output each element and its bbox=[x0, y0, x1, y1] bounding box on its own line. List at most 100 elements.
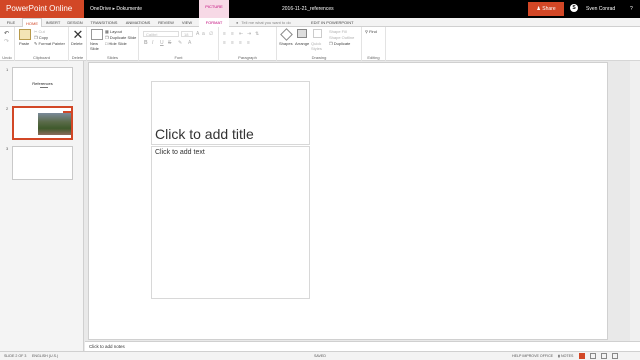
clear-format-icon[interactable]: ∅ bbox=[209, 31, 213, 37]
search-icon: ⚲ bbox=[365, 29, 368, 34]
hide-slide-button[interactable]: □ Hide Slide bbox=[105, 41, 127, 46]
slide-sorter-view-icon[interactable] bbox=[590, 353, 596, 359]
tab-review[interactable]: REVIEW bbox=[157, 18, 175, 27]
decrease-indent-icon[interactable]: ⇤ bbox=[239, 31, 243, 37]
language-indicator[interactable]: ENGLISH (U.S.) bbox=[32, 352, 58, 360]
highlight-icon[interactable]: ✎ bbox=[178, 40, 182, 46]
normal-view-icon[interactable] bbox=[579, 353, 585, 359]
duplicate-shape-icon: ❐ bbox=[329, 41, 333, 46]
shapes-button[interactable]: Shapes bbox=[279, 41, 293, 46]
cut-button[interactable]: ✂ Cut bbox=[34, 29, 45, 34]
tab-view[interactable]: VIEW bbox=[179, 18, 195, 27]
duplicate-slide-icon: ❐ bbox=[105, 35, 109, 40]
increase-indent-icon[interactable]: ⇥ bbox=[247, 31, 251, 37]
align-left-icon[interactable]: ≡ bbox=[223, 40, 226, 46]
find-button[interactable]: ⚲ Find bbox=[365, 29, 377, 34]
new-slide-icon[interactable] bbox=[91, 29, 103, 40]
vertical-scrollbar[interactable] bbox=[630, 61, 640, 341]
title-placeholder[interactable]: Click to add title bbox=[151, 81, 310, 145]
app-name[interactable]: PowerPoint Online bbox=[0, 0, 84, 18]
document-title[interactable]: 2016-11-21_references bbox=[282, 0, 334, 18]
strikethrough-icon[interactable]: S bbox=[168, 40, 171, 46]
layout-button[interactable]: ▦ Layout bbox=[105, 29, 122, 34]
user-name[interactable]: Sven Conrad bbox=[586, 0, 615, 18]
tab-transitions[interactable]: TRANSITIONS bbox=[89, 18, 119, 27]
quick-styles-icon[interactable] bbox=[313, 29, 322, 38]
arrange-button[interactable]: Arrange bbox=[295, 41, 309, 46]
body-placeholder-text: Click to add text bbox=[155, 149, 205, 156]
new-slide-button[interactable]: New Slide bbox=[90, 41, 102, 51]
copy-icon: ❐ bbox=[34, 35, 38, 40]
redo-icon[interactable]: ↷ bbox=[4, 38, 9, 45]
help-improve-office-link[interactable]: HELP IMPROVE OFFICE bbox=[512, 352, 553, 360]
tab-file[interactable]: FILE bbox=[4, 18, 18, 27]
shape-outline-button[interactable]: Shape Outline bbox=[329, 35, 354, 40]
duplicate-slide-label: Duplicate Slide bbox=[109, 35, 137, 40]
delete-group: ✕ Delete Delete bbox=[69, 27, 87, 61]
tab-animations[interactable]: ANIMATIONS bbox=[124, 18, 152, 27]
shapes-icon[interactable] bbox=[280, 28, 293, 41]
text-direction-icon[interactable]: ⇅ bbox=[255, 31, 259, 37]
font-family-select[interactable]: Calibri bbox=[143, 31, 179, 37]
paste-icon[interactable] bbox=[19, 29, 31, 40]
slide-thumbnails-pane: 1 References 2 3 bbox=[0, 61, 84, 351]
duplicate-shape-button[interactable]: ❐ Duplicate bbox=[329, 41, 350, 46]
font-color-icon[interactable]: A bbox=[188, 40, 191, 46]
slide-number: 3 bbox=[6, 146, 9, 151]
align-right-icon[interactable]: ≡ bbox=[239, 40, 242, 46]
numbering-icon[interactable]: ≡ bbox=[231, 31, 234, 37]
breadcrumb[interactable]: OneDrive ▸ Dokumente bbox=[90, 0, 142, 18]
tab-design[interactable]: DESIGN bbox=[66, 18, 84, 27]
clipboard-group-label: Clipboard bbox=[32, 55, 51, 60]
slide-thumbnail-1[interactable]: References bbox=[12, 67, 73, 101]
underline-icon[interactable]: U bbox=[160, 40, 164, 46]
slide-number: 2 bbox=[6, 106, 9, 111]
notes-toggle[interactable]: ▮ NOTES bbox=[558, 352, 573, 360]
paragraph-group-label: Paragraph bbox=[238, 55, 257, 60]
current-slide[interactable]: Click to add title Click to add text bbox=[88, 62, 608, 340]
layout-label: Layout bbox=[109, 29, 122, 34]
edit-in-powerpoint-button[interactable]: EDIT IN POWERPOINT bbox=[311, 18, 354, 27]
notes-pane[interactable]: Click to add notes bbox=[85, 341, 640, 351]
arrange-icon[interactable] bbox=[297, 29, 307, 38]
quick-styles-button[interactable]: Quick Styles bbox=[311, 41, 325, 51]
copy-button[interactable]: ❐ Copy bbox=[34, 35, 48, 40]
format-painter-button[interactable]: ✎ Format Painter bbox=[34, 41, 65, 46]
bold-icon[interactable]: B bbox=[144, 40, 148, 46]
slide-thumbnail-2[interactable] bbox=[12, 106, 73, 140]
tab-format[interactable]: FORMAT bbox=[199, 18, 229, 27]
slide-thumbnail-3[interactable] bbox=[12, 146, 73, 180]
cut-label: Cut bbox=[38, 29, 45, 34]
bullets-icon[interactable]: ≡ bbox=[223, 31, 226, 37]
slide-thumbnail-title: References bbox=[32, 81, 53, 86]
undo-group: ↶ ↷ Undo bbox=[0, 27, 15, 61]
slide-show-icon[interactable] bbox=[612, 353, 618, 359]
thumbnail-picture bbox=[38, 113, 71, 135]
thumbnail-picture-marker bbox=[63, 111, 71, 113]
italic-icon[interactable]: I bbox=[152, 40, 153, 46]
delete-x-icon[interactable]: ✕ bbox=[72, 28, 84, 41]
body-placeholder[interactable]: Click to add text bbox=[151, 146, 310, 299]
undo-icon[interactable]: ↶ bbox=[4, 30, 9, 37]
powerpoint-online-window: PowerPoint Online OneDrive ▸ Dokumente 2… bbox=[0, 0, 640, 360]
grow-font-icon[interactable]: A bbox=[196, 31, 199, 37]
shrink-font-icon[interactable]: a bbox=[202, 31, 205, 37]
slide-editing-canvas: Click to add title Click to add text bbox=[85, 61, 640, 341]
editing-group-label: Editing bbox=[367, 55, 380, 60]
justify-icon[interactable]: ≡ bbox=[247, 40, 250, 46]
share-button[interactable]: ♟ Share bbox=[528, 2, 564, 16]
tab-insert[interactable]: INSERT bbox=[44, 18, 62, 27]
duplicate-slide-button[interactable]: ❐ Duplicate Slide bbox=[105, 35, 136, 40]
tell-me-box[interactable]: ● Tell me what you want to do bbox=[236, 18, 291, 27]
reading-view-icon[interactable] bbox=[601, 353, 607, 359]
align-center-icon[interactable]: ≡ bbox=[231, 40, 234, 46]
delete-button[interactable]: Delete bbox=[71, 41, 83, 46]
slides-group-label: Slides bbox=[107, 55, 118, 60]
font-size-select[interactable]: 18 bbox=[181, 31, 193, 37]
paste-button[interactable]: Paste bbox=[19, 41, 29, 46]
help-icon[interactable]: ? bbox=[630, 0, 633, 18]
font-group-label: Font bbox=[174, 55, 183, 60]
tab-home[interactable]: HOME bbox=[22, 18, 42, 27]
skype-icon[interactable]: S bbox=[570, 4, 578, 12]
shape-fill-button[interactable]: Shape Fill bbox=[329, 29, 347, 34]
